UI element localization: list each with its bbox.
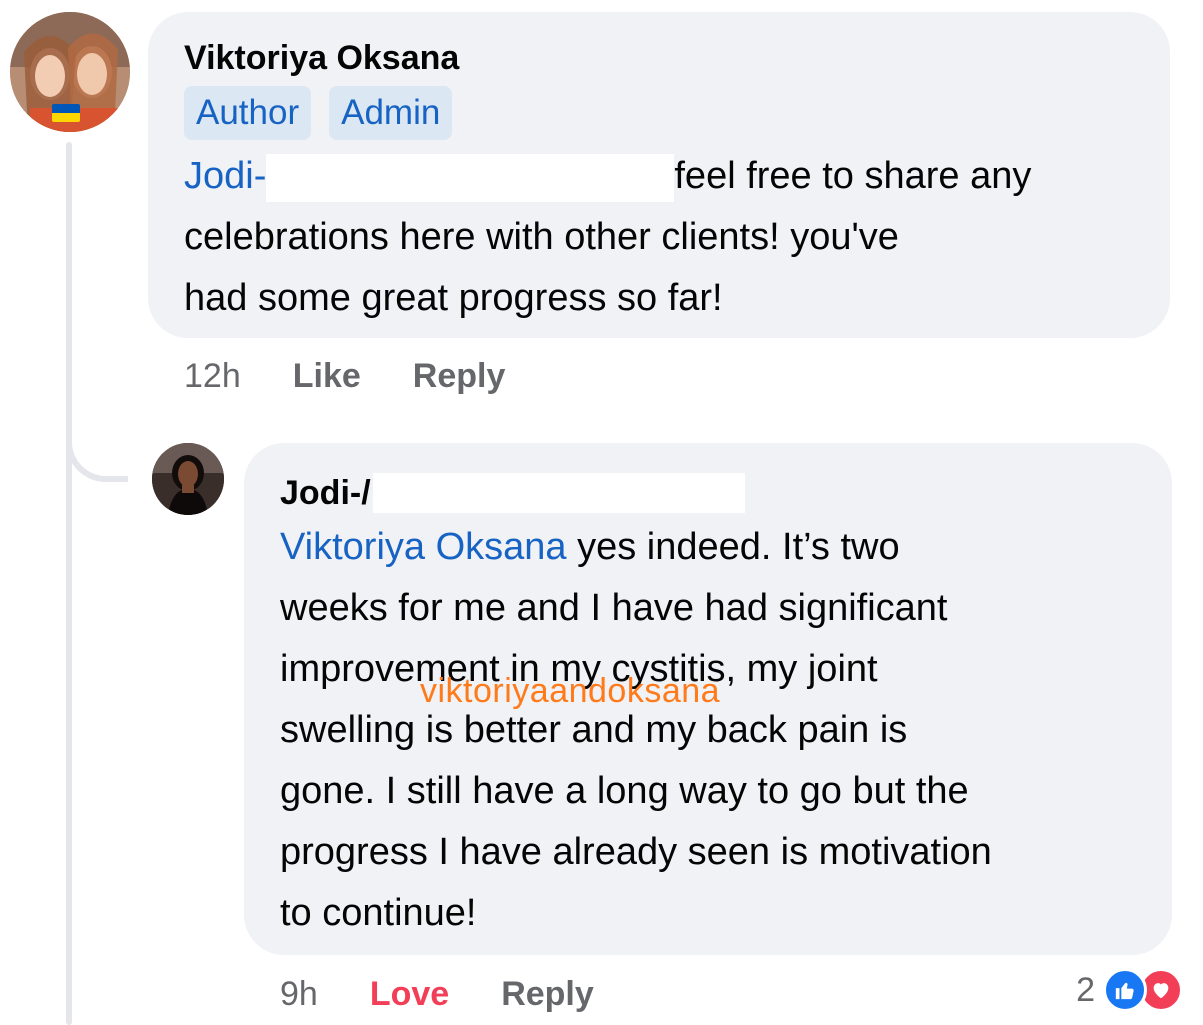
- comment-actions: 12h Like Reply: [184, 356, 505, 396]
- comment-mention[interactable]: Jodi-: [184, 155, 266, 197]
- thread-connector: [66, 400, 128, 482]
- comment-bubble: Viktoriya Oksana Author Admin Jodi-feel …: [148, 12, 1170, 338]
- like-button[interactable]: Like: [293, 356, 361, 396]
- comment-text-line: had some great progress so far!: [184, 277, 723, 319]
- love-button[interactable]: Love: [370, 974, 449, 1014]
- badge-group: Author Admin: [184, 86, 1134, 140]
- reply-button[interactable]: Reply: [413, 356, 506, 396]
- reply-text-line: progress I have already seen is motivati…: [280, 831, 992, 873]
- reply-mention[interactable]: Viktoriya Oksana: [280, 526, 567, 568]
- redaction: [266, 153, 675, 202]
- admin-badge: Admin: [329, 86, 453, 140]
- reply-actions: 9h Love Reply: [280, 974, 594, 1014]
- reaction-count: 2: [1076, 970, 1095, 1009]
- ukraine-flag-icon: [52, 104, 80, 122]
- watermark: viktoriyaandoksana: [420, 672, 721, 710]
- thread-line: [66, 142, 72, 1025]
- comment-author[interactable]: Viktoriya Oksana: [184, 38, 1134, 78]
- reply-avatar-image: [152, 443, 224, 515]
- reply-button[interactable]: Reply: [501, 974, 594, 1014]
- reply-text-line: gone. I still have a long way to go but …: [280, 770, 969, 812]
- reaction-summary[interactable]: 2: [1076, 968, 1183, 1012]
- author-badge: Author: [184, 86, 312, 140]
- redaction: [372, 473, 745, 513]
- comment-timestamp[interactable]: 12h: [184, 356, 241, 396]
- comment-text-line: celebrations here with other clients! yo…: [184, 216, 899, 258]
- reply-text-line: weeks for me and I have had significant: [280, 587, 948, 629]
- reply-author[interactable]: Jodi-/: [280, 473, 371, 513]
- comment-text: Jodi-feel free to share any celebrations…: [184, 146, 1134, 329]
- reply-text-line: yes indeed. It’s two: [566, 526, 900, 568]
- reply-text: Viktoriya Oksana yes indeed. It’s two we…: [280, 517, 1136, 944]
- reply-avatar[interactable]: [152, 443, 224, 515]
- like-icon: [1103, 968, 1147, 1012]
- reply-timestamp[interactable]: 9h: [280, 974, 318, 1014]
- reply-text-line: to continue!: [280, 892, 477, 934]
- comment-text-line: feel free to share any: [674, 155, 1032, 197]
